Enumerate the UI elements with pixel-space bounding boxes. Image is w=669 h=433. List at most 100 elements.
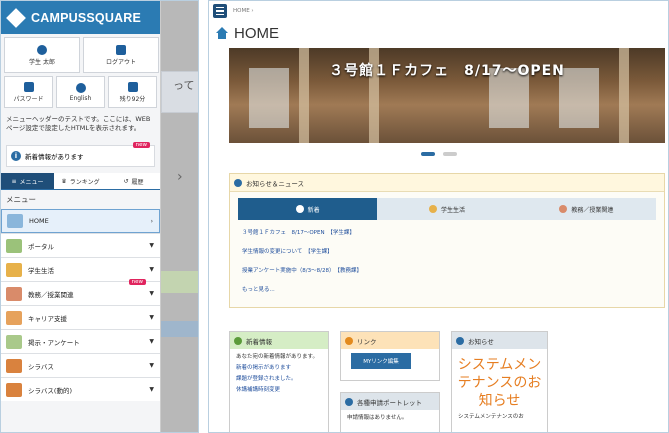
card-text: システムメンテナンスのお: [458, 414, 524, 420]
logout-label: ログアウト: [105, 58, 136, 66]
background-block: [161, 321, 198, 337]
menu-title: メニュー: [6, 195, 36, 204]
new-badge: new: [132, 142, 150, 148]
syllabus-icon: [6, 382, 22, 397]
tab-menu-label: メニュー: [19, 178, 44, 186]
career-icon: [6, 310, 22, 325]
menu-item-label: 学生生活: [28, 266, 54, 275]
info-icon: [456, 336, 464, 345]
tab-label: 教務／授業関連: [571, 206, 614, 214]
news-panel: お知らせ＆ニュース 新着 学生生活 教務／授業関連 ３号館１Ｆカフェ 8/17〜…: [229, 173, 665, 308]
menu-item-home[interactable]: HOME ›: [1, 209, 160, 233]
background-page: って ›: [161, 1, 198, 432]
news-item[interactable]: ３号館１Ｆカフェ 8/17〜OPEN 【学生課】: [242, 224, 652, 243]
news-tabs: 新着 学生生活 教務／授業関連: [238, 198, 656, 220]
house-icon: [215, 27, 229, 39]
portal-icon: [6, 238, 22, 253]
menu-item-label: HOME: [29, 217, 49, 225]
background-block: [161, 271, 198, 293]
news-item[interactable]: 授業アンケート実施中（8/3〜8/28） 【教務課】: [242, 262, 652, 281]
info-icon: [234, 336, 242, 345]
menu-item-label: ポータル: [28, 242, 54, 251]
hourglass-icon: [127, 81, 138, 92]
application-card: 各種申請ポートレット 申請情報はありません。: [340, 392, 440, 432]
logout-icon: [116, 44, 126, 55]
menu-item-academic[interactable]: 教務／授業関連 new ▼: [1, 279, 160, 305]
card-header: お知らせ: [452, 332, 547, 349]
tab-new[interactable]: 新着: [238, 198, 378, 220]
news-panel-header: お知らせ＆ニュース: [230, 174, 664, 192]
menu-item-career[interactable]: キャリア支援 ▼: [1, 305, 160, 329]
card-body: あなた宛の新着情報があります。 新着の掲示があります 課題が登録されました。 休…: [230, 349, 328, 399]
caret-down-icon: ▼: [149, 290, 154, 297]
card-link[interactable]: 新着の掲示があります: [236, 364, 322, 373]
caret-down-icon: ▼: [149, 362, 154, 369]
user-profile-button[interactable]: 学生 太郎: [4, 37, 80, 73]
tab-history-label: 履歴: [131, 178, 144, 186]
card-header: 各種申請ポートレット: [341, 393, 439, 410]
card-title: 新着情報: [246, 337, 272, 346]
menu-item-portal[interactable]: ポータル ▼: [1, 233, 160, 257]
brand-header: CAMPUSSQUARE: [1, 1, 160, 34]
page-title-row: HOME: [209, 21, 668, 45]
menu-item-student-life[interactable]: 学生生活 ▼: [1, 257, 160, 281]
more-link[interactable]: もっと見る...: [242, 281, 652, 300]
banner-carousel[interactable]: ３号館１Ｆカフェ 8/17〜OPEN: [229, 48, 665, 143]
campussquare-logo-icon: [6, 7, 26, 28]
news-alert-text: 新着情報があります: [25, 153, 84, 161]
my-link-edit-button[interactable]: MYリンク編集: [351, 353, 411, 369]
menu-item-label: 教務／授業関連: [28, 290, 74, 299]
tab-student-life[interactable]: 学生生活: [377, 198, 517, 220]
menu-item-syllabus-dynamic[interactable]: シラバス(動的) ▼: [1, 377, 160, 401]
menu-item-label: 掲示・アンケート: [28, 338, 80, 347]
card-link[interactable]: 課題が登録されました。: [236, 375, 322, 384]
tab-ranking[interactable]: ♛ ランキング: [54, 173, 107, 189]
page-title: HOME: [234, 24, 279, 42]
caret-down-icon: ▼: [149, 266, 154, 273]
tab-menu[interactable]: ≡ メニュー: [1, 173, 54, 189]
tab-history[interactable]: ↺ 履歴: [107, 173, 160, 189]
info-icon: [234, 178, 242, 187]
english-button[interactable]: English: [56, 76, 105, 108]
link-card: リンク MYリンク編集: [340, 331, 440, 381]
globe-icon: [75, 82, 86, 93]
session-timer[interactable]: 残り92分: [108, 76, 157, 108]
tab-academic[interactable]: 教務／授業関連: [516, 198, 656, 220]
house-icon: [7, 214, 23, 228]
academic-icon: [6, 286, 22, 301]
maintenance-heading[interactable]: システムメンテナンスのお知らせ: [452, 349, 547, 409]
hamburger-menu-button[interactable]: [213, 4, 227, 18]
tab-label: 学生生活: [440, 206, 465, 214]
card-header: 新着情報: [230, 332, 328, 349]
card-header: リンク: [341, 332, 439, 349]
carousel-dot[interactable]: [421, 152, 435, 156]
password-button[interactable]: パスワード: [4, 76, 53, 108]
banner-caption: ３号館１Ｆカフェ 8/17〜OPEN: [329, 63, 565, 79]
news-alert[interactable]: i 新着情報があります new: [6, 142, 155, 167]
card-title: リンク: [357, 337, 377, 346]
carousel-dot[interactable]: [443, 152, 457, 156]
menu-item-syllabus[interactable]: シラバス ▼: [1, 353, 160, 377]
hamburger-icon: ≡: [11, 177, 17, 185]
caret-down-icon: ▼: [149, 242, 154, 249]
card-text: あなた宛の新着情報があります。: [236, 354, 318, 360]
logout-button[interactable]: ログアウト: [83, 37, 159, 73]
tab-label: 新着: [307, 206, 320, 214]
new-badge: new: [128, 279, 146, 285]
remaining-label: 残り92分: [119, 95, 146, 103]
brand-name: CAMPUSSQUARE: [31, 10, 142, 25]
user-name: 学生 太郎: [29, 58, 55, 66]
background-text: って: [173, 79, 195, 92]
mobile-menu-screen: って › CAMPUSSQUARE 学生 太郎 ログアウト パスワード Engl…: [0, 0, 199, 433]
card-text: 申請情報はありません。: [347, 415, 408, 421]
breadcrumb[interactable]: HOME ›: [233, 8, 254, 14]
menu-item-label: キャリア支援: [28, 314, 67, 323]
card-link[interactable]: 休講補講時刻変更: [236, 386, 322, 395]
top-bar: HOME ›: [209, 1, 668, 21]
user-icon: [37, 44, 47, 55]
notice-card: お知らせ システムメンテナンスのお知らせ システムメンテナンスのお: [451, 331, 548, 432]
carousel-dots: [421, 152, 457, 156]
side-drawer: CAMPUSSQUARE 学生 太郎 ログアウト パスワード English 残…: [1, 1, 161, 432]
news-item[interactable]: 学生情報の変更について 【学生課】: [242, 243, 652, 262]
menu-item-bulletin[interactable]: 掲示・アンケート ▼: [1, 329, 160, 353]
